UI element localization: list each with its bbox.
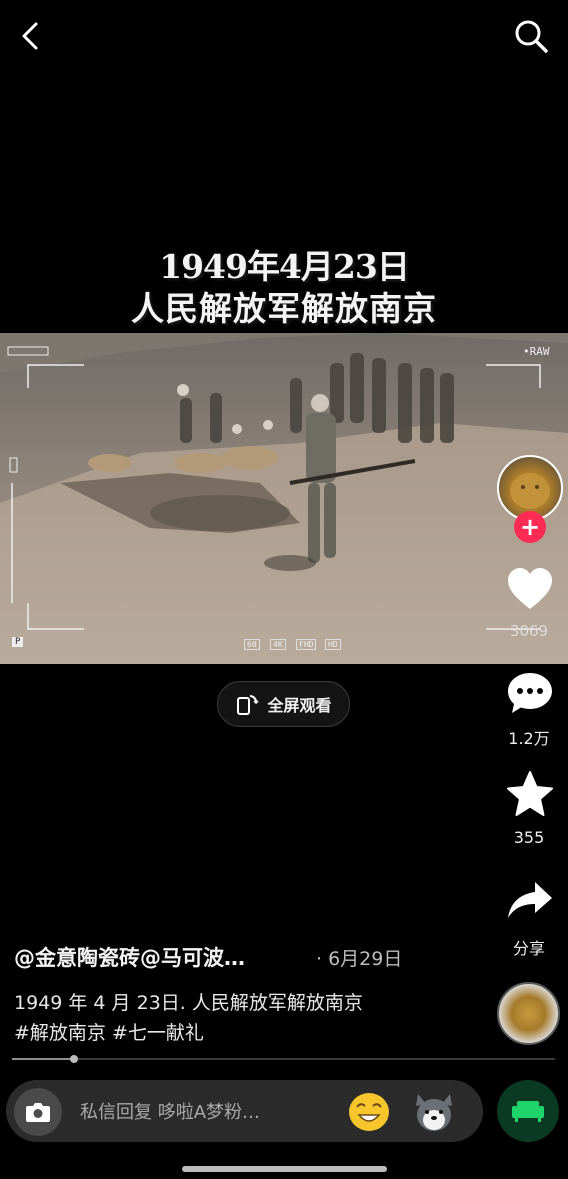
progress-fill <box>12 1058 75 1060</box>
avatar-image <box>510 473 550 509</box>
husky-emoji-button[interactable] <box>412 1090 456 1134</box>
share-button[interactable] <box>505 880 555 922</box>
camera-button[interactable] <box>14 1088 62 1136</box>
hud-tag: 60 <box>244 639 260 650</box>
star-icon <box>507 771 553 816</box>
like-count: 3069 <box>509 622 549 640</box>
husky-emoji-icon <box>416 1094 452 1131</box>
video-caption: 1949 年 4 月 23日. 人民解放军解放南京 #解放南京 #七一献礼 <box>14 988 484 1048</box>
comment-count: 1.2万 <box>508 729 550 748</box>
progress-knob[interactable] <box>70 1055 79 1063</box>
fullscreen-button[interactable]: 全屏观看 <box>217 681 350 727</box>
music-disc[interactable] <box>497 982 560 1045</box>
favorite-button[interactable] <box>505 770 555 818</box>
hud-tag: 4K <box>270 639 286 650</box>
hud-raw-label: •RAW <box>523 345 550 358</box>
comment-icon <box>508 673 552 713</box>
author-name[interactable]: @金意陶瓷砖@马可波… <box>14 942 245 972</box>
grinning-emoji-button[interactable] <box>347 1091 391 1133</box>
search-icon <box>515 20 548 53</box>
video-player[interactable]: •RAW P 60 4K FHD HD <box>0 333 568 664</box>
hud-tag: FHD <box>296 639 317 650</box>
progress-track[interactable] <box>12 1058 555 1060</box>
home-indicator[interactable] <box>182 1166 387 1172</box>
grinning-emoji-icon <box>349 1093 389 1131</box>
video-title-date: 1949年4月23日 <box>159 247 410 286</box>
fullscreen-label: 全屏观看 <box>267 696 332 715</box>
camera-hud-overlay <box>7 346 541 630</box>
comment-button[interactable] <box>505 670 555 716</box>
share-arrow-icon <box>508 882 552 918</box>
follow-button[interactable]: + <box>514 511 546 543</box>
camera-icon <box>26 1103 50 1122</box>
caption-text: 1949 年 4 月 23日. 人民解放军解放南京 <box>14 992 363 1014</box>
favorite-count: 355 <box>513 828 545 847</box>
caption-hashtags[interactable]: #解放南京 #七一献礼 <box>14 1018 484 1048</box>
sofa-button[interactable] <box>497 1080 559 1142</box>
chevron-left-icon <box>22 22 38 50</box>
rotate-screen-icon <box>237 695 260 715</box>
plus-icon: + <box>519 513 541 541</box>
reply-input[interactable] <box>78 1096 337 1128</box>
post-date: · 6月29日 <box>316 948 403 970</box>
hud-tag: HD <box>325 639 341 650</box>
hud-p-label: P <box>12 637 24 647</box>
heart-icon <box>508 568 552 609</box>
search-button[interactable] <box>512 17 550 55</box>
share-label: 分享 <box>512 939 545 958</box>
video-title-headline: 人民解放军解放南京 <box>131 289 437 328</box>
like-button[interactable] <box>505 566 555 612</box>
back-button[interactable] <box>14 18 46 54</box>
sofa-icon <box>512 1101 544 1122</box>
